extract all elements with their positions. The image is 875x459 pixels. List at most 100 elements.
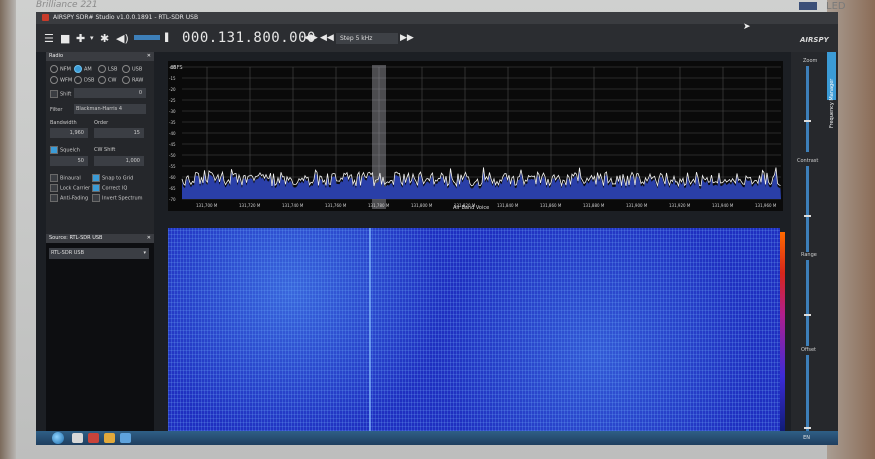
bandwidth-label: Bandwidth — [50, 120, 77, 126]
source-device-select[interactable]: RTL-SDR USB ▾ — [49, 248, 149, 259]
add-icon[interactable]: ✚ — [76, 32, 85, 45]
lock-carrier-checkbox[interactable]: Lock Carrier — [50, 184, 90, 192]
y-tick-label: -25 — [169, 98, 176, 103]
monitor-led-label: LED — [826, 1, 846, 12]
waterfall-display[interactable] — [168, 228, 780, 439]
correct-iq-checkbox[interactable]: Correct IQ — [92, 184, 127, 192]
mode-wfm[interactable]: WFM — [50, 76, 72, 84]
rewind-icon[interactable]: ◀◀ — [320, 33, 334, 43]
x-tick-label: 131,940 M — [712, 203, 734, 208]
shift-input[interactable]: 0 — [74, 88, 146, 98]
mode-usb[interactable]: USB — [122, 65, 142, 73]
sdr-taskbar-icon[interactable] — [120, 433, 131, 443]
zoom-slider[interactable] — [806, 66, 809, 152]
option-label: Lock Carrier — [60, 185, 91, 192]
mode-raw[interactable]: RAW — [122, 76, 143, 84]
monitor-brand: Brilliance 221 — [36, 0, 98, 10]
mouse-cursor-icon: ➤ — [743, 22, 751, 32]
mode-am[interactable]: AM — [74, 65, 92, 73]
close-icon[interactable]: ✕ — [147, 234, 151, 243]
forward-icon[interactable]: ▶▶ — [400, 33, 414, 43]
frequency-manager-tab[interactable]: Frequency Manager — [827, 52, 836, 128]
zoom-label: Zoom — [803, 58, 818, 64]
radio-panel-title: Radio — [49, 53, 64, 59]
filter-label: Filter — [50, 107, 63, 113]
mode-cw[interactable]: CW — [98, 76, 116, 84]
bandwidth-input[interactable]: 1,960 — [50, 128, 88, 138]
start-button[interactable] — [52, 432, 64, 444]
mode-label: RAW — [132, 77, 144, 84]
waterfall-carrier-line — [369, 228, 371, 439]
range-label: Range — [801, 252, 817, 258]
speaker-icon[interactable]: ◀) — [116, 32, 129, 45]
screen: AIRSPY SDR# Studio v1.0.0.1891 - RTL-SDR… — [36, 12, 838, 445]
anti-fading-checkbox[interactable]: Anti-Fading — [50, 194, 88, 202]
radio-dot-icon — [98, 76, 106, 84]
option-label: Snap to Grid — [102, 175, 134, 182]
order-input[interactable]: 15 — [94, 128, 144, 138]
mode-label: NFM — [60, 66, 71, 73]
tune-arrows-icon[interactable]: ◀▶ — [304, 33, 318, 43]
y-tick-label: -30 — [169, 109, 176, 114]
x-tick-label: 131,860 M — [540, 203, 562, 208]
squelch-input[interactable]: 50 — [50, 156, 88, 166]
mode-label: WFM — [60, 77, 73, 84]
contrast-slider[interactable] — [806, 166, 809, 252]
source-panel: Source: RTL-SDR USB ✕ RTL-SDR USB ▾ — [46, 234, 154, 434]
chevron-down-icon[interactable]: ▾ — [90, 34, 94, 42]
y-tick-label: -50 — [169, 153, 176, 158]
checkbox-icon — [50, 184, 58, 192]
radio-dot-icon — [122, 76, 130, 84]
mode-nfm[interactable]: NFM — [50, 65, 71, 73]
zoom-knob[interactable] — [804, 120, 811, 122]
checkbox-icon — [92, 174, 100, 182]
chevron-down-icon: ▾ — [143, 250, 146, 256]
spectrum-unit-label: dBFS — [170, 65, 183, 71]
checkbox-icon — [50, 90, 58, 98]
menu-icon[interactable]: ☰ — [44, 32, 54, 45]
mode-label: LSB — [108, 66, 118, 73]
explorer-taskbar-icon[interactable] — [72, 433, 83, 443]
window-titlebar: AIRSPY SDR# Studio v1.0.0.1891 - RTL-SDR… — [36, 12, 838, 24]
y-tick-label: -55 — [169, 164, 176, 169]
right-panel: Frequency Manager Zoom Contrast Range Of… — [791, 52, 838, 445]
cw-shift-label: CW Shift — [94, 147, 116, 153]
cw-shift-input[interactable]: 1,000 — [94, 156, 144, 166]
folder-taskbar-icon[interactable] — [104, 433, 115, 443]
option-label: Correct IQ — [102, 185, 128, 192]
range-knob[interactable] — [804, 314, 811, 316]
offset-label: Offset — [801, 347, 817, 353]
close-icon[interactable]: ✕ — [147, 52, 151, 61]
x-tick-label: 131,920 M — [669, 203, 691, 208]
contrast-knob[interactable] — [804, 215, 811, 217]
snap-to-grid-checkbox[interactable]: Snap to Grid — [92, 174, 133, 182]
y-tick-label: -60 — [169, 175, 176, 180]
invert-spectrum-checkbox[interactable]: Invert Spectrum — [92, 194, 143, 202]
source-panel-title: Source: RTL-SDR USB — [49, 235, 103, 241]
system-tray[interactable]: EN — [803, 435, 810, 441]
range-slider[interactable] — [806, 260, 809, 346]
radio-dot-icon — [50, 76, 58, 84]
offset-knob[interactable] — [804, 427, 811, 429]
volume-knob-icon[interactable]: ▐ — [162, 33, 168, 42]
binaural-checkbox[interactable]: Binaural — [50, 174, 81, 182]
mode-dsb[interactable]: DSB — [74, 76, 94, 84]
spectrum-analyzer[interactable]: -10-15-20-25-30-35-40-45-50-55-60-65-70 … — [168, 61, 783, 211]
window-title: AIRSPY SDR# Studio v1.0.0.1891 - RTL-SDR… — [53, 14, 199, 21]
stop-icon[interactable]: ■ — [60, 32, 70, 45]
y-tick-label: -70 — [169, 197, 176, 202]
squelch-checkbox[interactable]: Squelch — [50, 146, 80, 154]
browser-taskbar-icon[interactable] — [88, 433, 99, 443]
gear-icon[interactable]: ✱ — [100, 32, 109, 45]
x-tick-label: 131,720 M — [239, 203, 261, 208]
x-tick-label: 131,700 M — [196, 203, 218, 208]
option-label: Anti-Fading — [60, 195, 89, 202]
frequency-display[interactable]: 000.131.800.000 — [182, 30, 316, 46]
volume-slider[interactable] — [134, 35, 160, 40]
step-select[interactable]: Step 5 kHz — [336, 33, 398, 44]
mode-lsb[interactable]: LSB — [98, 65, 117, 73]
shift-checkbox[interactable]: Shift — [50, 90, 71, 98]
offset-slider[interactable] — [806, 355, 809, 435]
filter-select[interactable]: Blackman-Harris 4 — [74, 104, 146, 114]
radio-dot-icon — [50, 65, 58, 73]
